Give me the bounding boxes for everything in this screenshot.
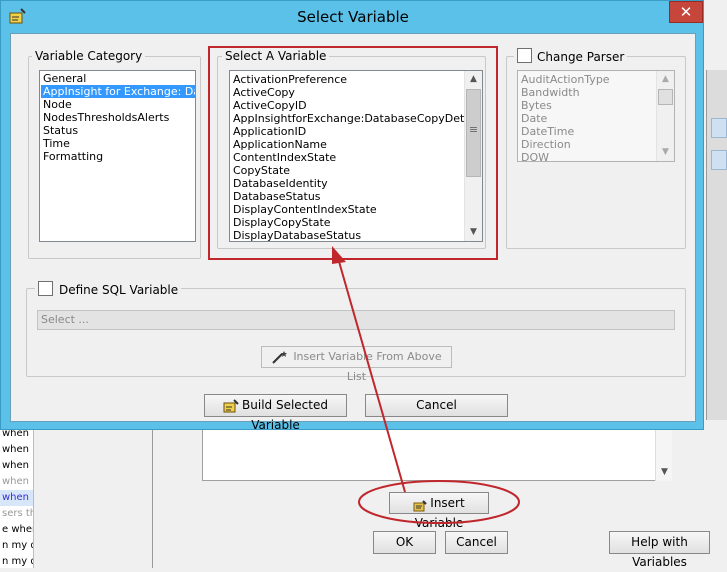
variable-category-list[interactable]: General AppInsight for Exchange: Datab N… [39,70,196,242]
variable-item[interactable]: DatabaseStatus [233,190,321,203]
annotation-arrow [332,246,406,493]
parser-item: DateTime [521,125,575,138]
background-message-list: when when when when when sers tha e wher… [0,420,34,568]
scroll-down-icon: ▼ [662,147,669,157]
variable-item[interactable]: ActiveCopyID [233,99,307,112]
list-item: sers tha [2,508,33,519]
variable-item[interactable]: ContentIndexState [233,151,336,164]
scroll-up-icon[interactable]: ▲ [465,71,482,88]
define-sql-checkbox[interactable] [38,281,53,296]
category-item[interactable]: Formatting [43,150,103,163]
category-item[interactable]: NodesThresholdsAlerts [43,111,169,124]
background-tab[interactable] [711,150,727,170]
close-icon: ✕ [679,3,693,21]
define-sql-label: Define SQL Variable [59,283,179,297]
category-item[interactable]: Status [43,124,78,137]
sql-variable-legend[interactable]: Define SQL Variable [35,281,182,297]
list-item: n my da [2,540,33,551]
ok-button[interactable]: OK [373,531,436,554]
message-textarea[interactable] [202,428,672,481]
build-icon [223,398,239,413]
parser-item: Direction [521,138,571,151]
list-item: when [2,460,30,471]
scroll-up-icon: ▲ [662,74,669,84]
close-button[interactable]: ✕ [669,1,703,23]
parser-item: Bytes [521,99,552,112]
variable-item[interactable]: ActiveCopy [233,86,295,99]
list-item: when [0,490,33,506]
dialog-title: Select Variable [297,8,409,26]
wand-icon [271,350,289,364]
category-item[interactable]: General [43,72,86,85]
help-with-variables-button[interactable]: Help with Variables [609,531,710,569]
variable-item[interactable]: CopyState [233,164,290,177]
list-item: when [2,444,30,455]
list-item: when [2,476,30,487]
parser-item: Bandwidth [521,86,580,99]
variable-item[interactable]: DatabaseIdentity [233,177,328,190]
parser-list: AuditActionType Bandwidth Bytes Date Dat… [517,70,675,162]
grip-icon: ≡ [468,123,479,136]
change-parser-label: Change Parser [537,50,625,64]
parser-list-scrollbar: ▲ ▼ [656,71,674,161]
variable-item[interactable]: ActivationPreference [233,73,347,86]
parser-item: AuditActionType [521,73,610,86]
background-tab[interactable] [711,118,727,138]
variable-item[interactable]: DisplayContentIndexState [233,203,377,216]
build-selected-variable-label: Build Selected Variable [242,398,328,432]
change-parser-checkbox[interactable] [517,48,532,63]
category-item[interactable]: Time [43,137,70,150]
category-item-selected[interactable]: AppInsight for Exchange: Datab [41,85,195,98]
scroll-thumb [658,89,673,105]
cancel-button[interactable]: Cancel [445,531,508,554]
variable-list-scrollbar[interactable]: ▲ ≡ ▼ [464,71,482,241]
message-scrollbar[interactable]: ▼ [655,428,672,481]
variable-list[interactable]: ActivationPreference ActiveCopy ActiveCo… [229,70,483,242]
variable-item[interactable]: AppInsightforExchange:DatabaseCopyDetail… [233,112,482,125]
variable-category-legend: Variable Category [32,49,146,63]
parser-item: DOW [521,151,550,162]
variable-item[interactable]: DisplayCopyState [233,216,331,229]
variable-item[interactable]: ApplicationID [233,125,306,138]
list-item: n my da [2,556,33,567]
parser-item: Date [521,112,548,125]
variable-item[interactable]: ApplicationName [233,138,327,151]
category-item[interactable]: Node [43,98,72,111]
list-item: e wher [2,524,34,535]
scroll-down-icon[interactable]: ▼ [465,224,482,241]
select-variable-legend: Select A Variable [222,49,330,63]
change-parser-legend[interactable]: Change Parser [514,48,628,64]
scroll-down-icon[interactable]: ▼ [656,464,673,481]
